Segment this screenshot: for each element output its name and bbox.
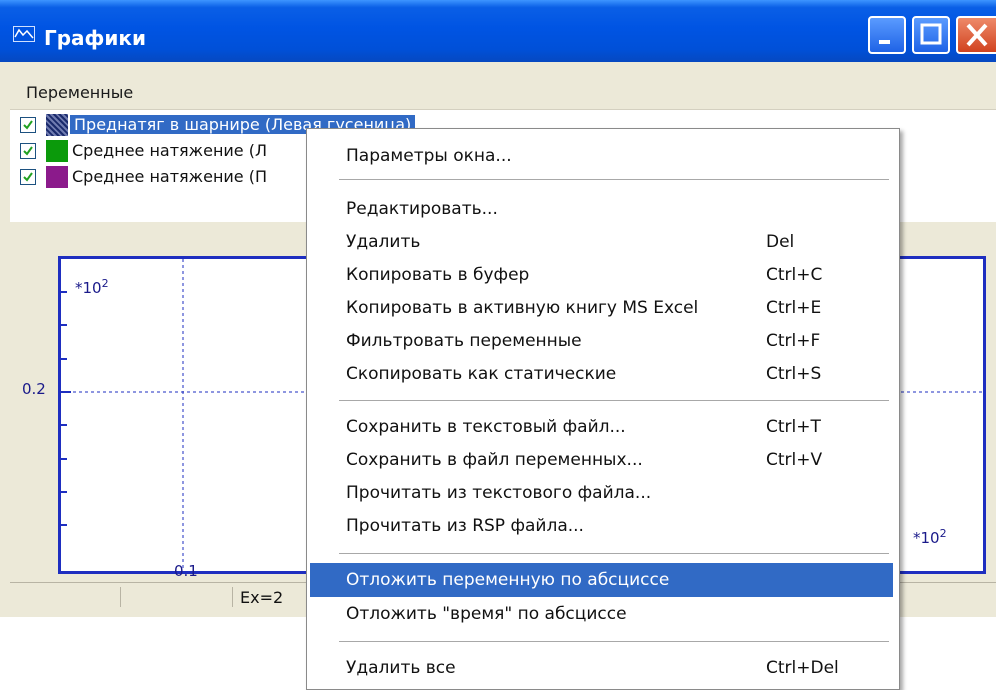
menu-item-label: Скопировать как статические (346, 364, 617, 384)
menu-item-label: Отложить переменную по абсциссе (346, 570, 670, 590)
minimize-button[interactable] (868, 16, 906, 54)
menu-item-filter-vars[interactable]: Фильтровать переменные Ctrl+F (310, 324, 893, 358)
check-icon (23, 146, 33, 156)
menu-item-delete[interactable]: Удалить Del (310, 225, 893, 259)
menu-item-shortcut: Ctrl+E (766, 298, 822, 318)
maximize-icon (920, 23, 942, 45)
menu-separator (339, 179, 889, 180)
minimize-icon (879, 40, 890, 44)
variable-label: Среднее натяжение (Л (72, 141, 267, 160)
menu-item-label: Редактировать... (346, 199, 498, 219)
menu-item-label: Сохранить в текстовый файл... (346, 417, 626, 437)
variables-label: Переменные (26, 83, 134, 102)
menu-item-delete-all[interactable]: Удалить все Ctrl+Del (310, 651, 893, 685)
menu-item-label: Удалить (346, 232, 421, 252)
menu-item-label: Копировать в активную книгу MS Excel (346, 298, 699, 318)
menu-item-copy-excel[interactable]: Копировать в активную книгу MS Excel Ctrl… (310, 291, 893, 325)
window-title: Графики (44, 26, 147, 50)
menu-item-shortcut: Ctrl+C (766, 265, 823, 285)
menu-item-shortcut: Del (766, 232, 795, 252)
close-button[interactable] (956, 16, 996, 54)
menu-item-shortcut: Ctrl+Del (766, 658, 839, 678)
menu-item-edit[interactable]: Редактировать... (310, 192, 893, 226)
menu-item-label: Фильтровать переменные (346, 331, 582, 351)
menu-item-label: Сохранить в файл переменных... (346, 450, 643, 470)
x-multiplier-label: *102 (913, 527, 947, 547)
menu-item-label: Копировать в буфер (346, 265, 530, 285)
status-ex: Ex=2 (240, 588, 284, 607)
menu-item-shortcut: Ctrl+F (766, 331, 821, 351)
menu-item-copy-buffer[interactable]: Копировать в буфер Ctrl+C (310, 258, 893, 292)
menu-item-label: Прочитать из RSP файла... (346, 516, 584, 536)
status-cell (122, 587, 233, 607)
menu-item-label: Прочитать из текстового файла... (346, 483, 652, 503)
menu-separator (339, 400, 889, 401)
menu-item-shortcut: Ctrl+V (766, 450, 823, 470)
menu-item-shortcut: Ctrl+T (766, 417, 821, 437)
x-tick-label: 0.1 (174, 562, 198, 580)
status-cell (10, 587, 121, 607)
variable-label: Среднее натяжение (П (72, 167, 267, 186)
close-icon (966, 23, 988, 47)
menu-item-label: Удалить все (346, 658, 456, 678)
color-swatch (46, 140, 68, 162)
menu-separator (339, 641, 889, 642)
context-menu: Параметры окна... Редактировать... Удали… (306, 128, 900, 690)
maximize-button[interactable] (912, 16, 950, 54)
variable-checkbox[interactable] (20, 117, 36, 133)
menu-item-read-text[interactable]: Прочитать из текстового файла... (310, 476, 893, 510)
y-tick-label: 0.2 (22, 380, 46, 398)
menu-item-shortcut: Ctrl+S (766, 364, 822, 384)
variables-header: Переменные (10, 73, 996, 110)
menu-item-save-text[interactable]: Сохранить в текстовый файл... Ctrl+T (310, 410, 893, 444)
y-multiplier-label: *102 (75, 277, 109, 297)
check-icon (23, 120, 33, 130)
menu-item-copy-static[interactable]: Скопировать как статические Ctrl+S (310, 357, 893, 391)
menu-item-label: Отложить "время" по абсциссе (346, 604, 627, 624)
menu-item-label: Параметры окна... (346, 146, 512, 166)
variable-checkbox[interactable] (20, 169, 36, 185)
menu-item-save-vars[interactable]: Сохранить в файл переменных... Ctrl+V (310, 443, 893, 477)
graph-icon (13, 26, 35, 42)
check-icon (23, 172, 33, 182)
menu-item-var-abscissa[interactable]: Отложить переменную по абсциссе (310, 563, 893, 597)
menu-separator (339, 553, 889, 554)
menu-item-window-params[interactable]: Параметры окна... (310, 139, 893, 173)
title-bar[interactable]: Графики (0, 0, 996, 62)
menu-item-time-abscissa[interactable]: Отложить "время" по абсциссе (310, 597, 893, 631)
color-swatch (46, 166, 68, 188)
menu-item-read-rsp[interactable]: Прочитать из RSP файла... (310, 509, 893, 543)
color-swatch (46, 114, 68, 136)
variable-checkbox[interactable] (20, 143, 36, 159)
